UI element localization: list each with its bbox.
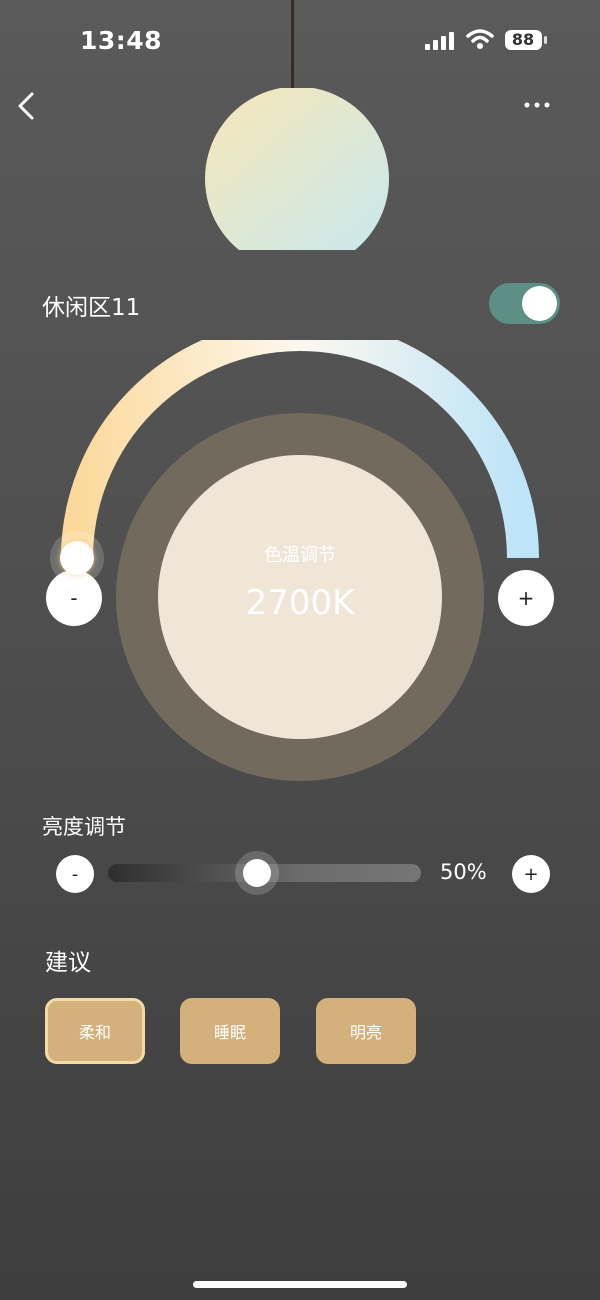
back-button[interactable] bbox=[12, 88, 42, 124]
lamp-illustration bbox=[205, 88, 389, 250]
battery-level: 88 bbox=[511, 30, 535, 49]
lamp-cord bbox=[291, 0, 294, 92]
suggestions-title: 建议 bbox=[45, 950, 91, 976]
brightness-slider-knob[interactable] bbox=[242, 859, 271, 887]
brightness-value: 50% bbox=[440, 860, 487, 884]
preset-bright-button[interactable]: 明亮 bbox=[316, 998, 416, 1064]
color-temp-increase-button[interactable]: + bbox=[498, 570, 554, 626]
preset-soft-button[interactable]: 柔和 bbox=[45, 998, 145, 1064]
battery-icon: 88 bbox=[504, 29, 548, 51]
power-toggle[interactable] bbox=[489, 283, 560, 324]
preset-sleep-button[interactable]: 睡眠 bbox=[180, 998, 280, 1064]
toggle-knob bbox=[522, 286, 557, 321]
cellular-signal-icon bbox=[425, 32, 454, 50]
color-temp-handle[interactable] bbox=[60, 541, 94, 575]
home-indicator[interactable] bbox=[193, 1281, 407, 1288]
color-temp-value: 2700K bbox=[245, 583, 355, 623]
wifi-icon bbox=[466, 29, 494, 49]
brightness-label: 亮度调节 bbox=[42, 815, 126, 839]
more-options-button[interactable] bbox=[520, 95, 554, 115]
brightness-increase-button[interactable]: + bbox=[512, 855, 550, 893]
status-time: 13:48 bbox=[80, 26, 163, 55]
color-temp-title: 色温调节 bbox=[264, 545, 336, 566]
device-name: 休闲区11 bbox=[42, 295, 141, 321]
brightness-decrease-button[interactable]: - bbox=[56, 855, 94, 893]
